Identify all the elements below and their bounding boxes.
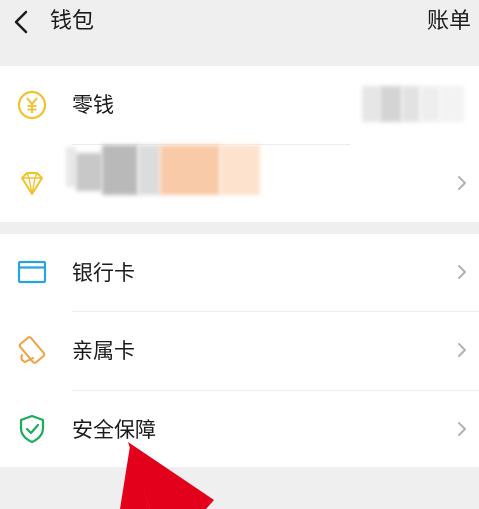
list-item-label: 亲属卡 <box>72 339 135 363</box>
shield-check-icon <box>19 414 45 444</box>
chevron-right-icon <box>458 422 466 436</box>
diamond-icon <box>21 172 43 195</box>
chevron-right-icon <box>458 265 466 279</box>
list-item-label: 零钱 <box>72 93 114 117</box>
page-title: 钱包 <box>50 9 95 34</box>
family-card-icon <box>18 336 46 364</box>
list-item-bank-card[interactable]: 银行卡 <box>0 234 479 311</box>
chevron-right-icon <box>458 176 466 190</box>
bank-card-icon <box>17 260 47 284</box>
chevron-left-icon <box>14 10 28 34</box>
top-bar: 钱包 账单 <box>0 0 479 58</box>
list-item-label: 安全保障 <box>72 418 156 442</box>
list-item-diamond[interactable] <box>0 145 479 222</box>
yen-coin-icon <box>17 90 47 120</box>
cards-section: 银行卡 亲属卡 安全保障 <box>0 234 479 467</box>
list-item-family-card[interactable]: 亲属卡 <box>0 312 479 390</box>
chevron-right-icon <box>458 343 466 357</box>
list-item-change[interactable]: 零钱 <box>0 66 479 144</box>
list-item-security[interactable]: 安全保障 <box>0 391 479 467</box>
list-item-label: 银行卡 <box>72 261 135 285</box>
bill-button[interactable]: 账单 <box>427 6 471 38</box>
balance-section: 零钱 <box>0 66 479 222</box>
back-button[interactable] <box>8 6 36 38</box>
